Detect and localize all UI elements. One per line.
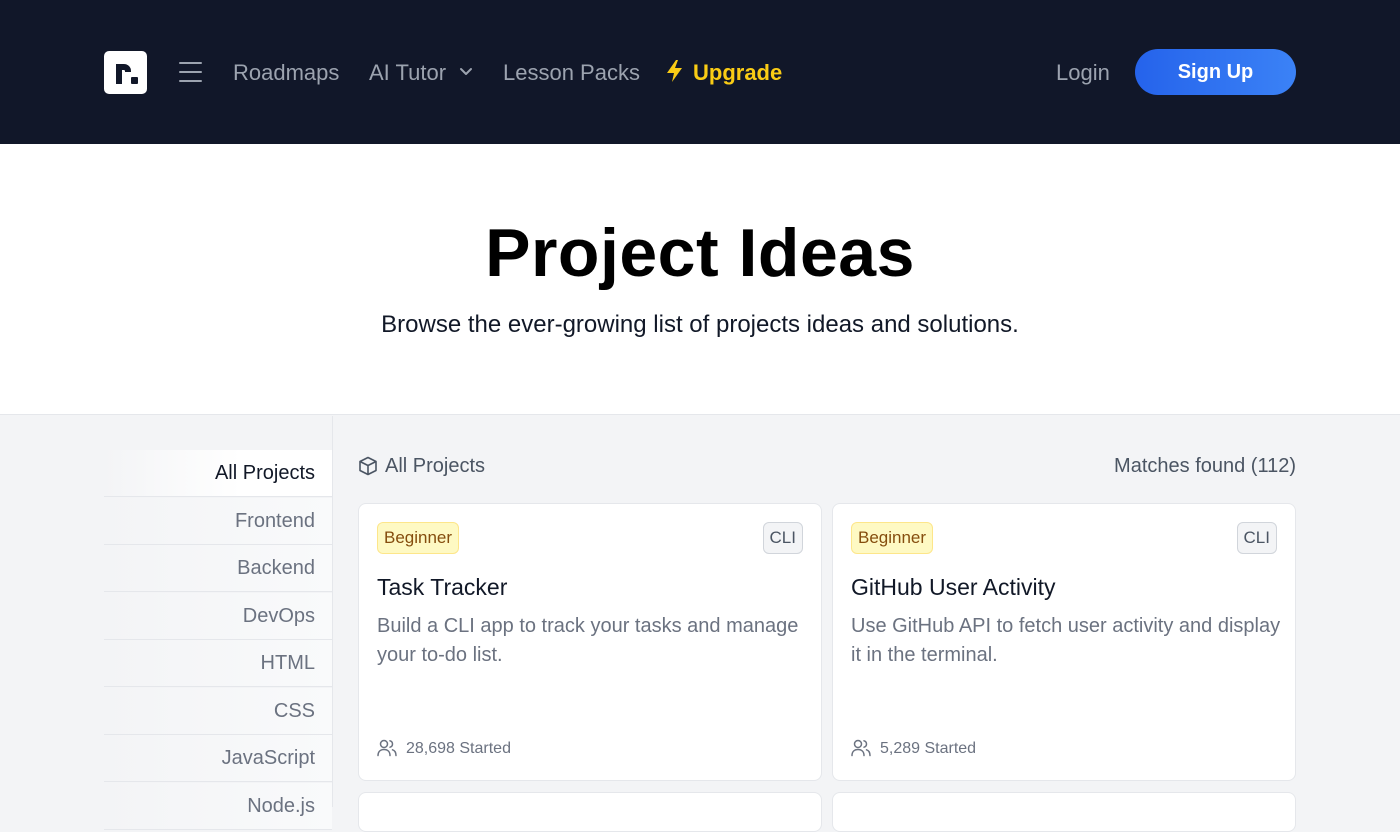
nav-upgrade-label: Upgrade <box>693 60 783 85</box>
project-card[interactable]: Beginner CLI Task Tracker Build a CLI ap… <box>358 503 822 781</box>
project-card[interactable]: Beginner CLI GitHub User Activity Use Gi… <box>832 503 1296 781</box>
hero-section: Project Ideas Browse the ever-growing li… <box>0 144 1400 415</box>
difficulty-badge: Beginner <box>377 522 460 554</box>
logo-dot <box>131 77 138 84</box>
project-description: Use GitHub API to fetch user activity an… <box>851 615 1281 666</box>
project-description: Build a CLI app to track your tasks and … <box>377 615 799 666</box>
sidebar-item-frontend[interactable]: Frontend <box>104 498 332 545</box>
login-link[interactable]: Login <box>1056 58 1110 88</box>
logo-r-arm <box>116 64 131 72</box>
nav-ai-tutor-dropdown[interactable]: AI Tutor <box>369 58 472 88</box>
nav-lesson-packs-link[interactable]: Lesson Packs <box>503 58 640 88</box>
tag-badge: CLI <box>1236 522 1277 554</box>
project-title: GitHub User Activity <box>851 574 1056 600</box>
sidebar-item-all-projects[interactable]: All Projects <box>104 450 332 497</box>
nav-roadmaps-link[interactable]: Roadmaps <box>233 58 339 88</box>
users-icon <box>377 739 397 757</box>
sidebar-item-backend[interactable]: Backend <box>104 545 332 592</box>
filter-heading: All Projects <box>385 455 486 477</box>
sidebar-item-css[interactable]: CSS <box>104 688 332 735</box>
started-count: 28,698 Started <box>406 740 511 757</box>
project-title: Task Tracker <box>377 574 508 600</box>
started-count: 5,289 Started <box>880 740 977 757</box>
project-card[interactable] <box>358 792 822 832</box>
nav-ai-tutor-label: AI Tutor <box>369 60 447 85</box>
chevron-down-icon <box>460 68 472 75</box>
sidebar-item-javascript[interactable]: JavaScript <box>104 735 332 782</box>
sidebar-item-html[interactable]: HTML <box>104 640 332 687</box>
lightning-bolt-icon <box>667 60 682 82</box>
category-sidebar: All Projects Frontend Backend DevOps HTM… <box>0 416 333 830</box>
tag-badge: CLI <box>762 522 803 554</box>
nav-upgrade-link[interactable]: Upgrade <box>665 58 782 88</box>
users-icon <box>851 739 871 757</box>
difficulty-badge: Beginner <box>851 522 934 554</box>
page-subtitle: Browse the ever-growing list of projects… <box>381 311 1019 338</box>
cube-icon <box>359 456 377 476</box>
sidebar-item-devops[interactable]: DevOps <box>104 593 332 640</box>
hamburger-icon[interactable] <box>179 61 202 83</box>
top-navbar: Roadmaps AI Tutor Lesson Packs Upgrade L… <box>0 0 1400 144</box>
signup-button[interactable]: Sign Up <box>1135 49 1296 95</box>
page-title: Project Ideas <box>485 215 915 291</box>
project-card[interactable] <box>832 792 1296 832</box>
roadmap-logo[interactable] <box>104 51 147 94</box>
matches-count: Matches found (112) <box>1114 455 1296 477</box>
